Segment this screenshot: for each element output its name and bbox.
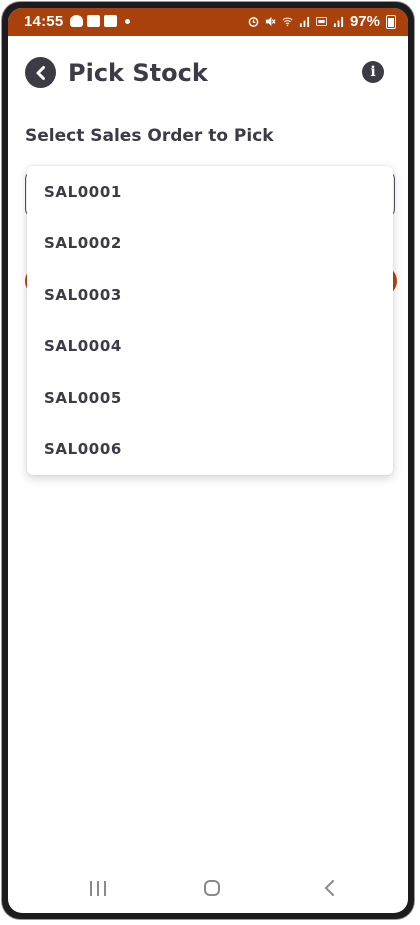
back-arrow-icon xyxy=(36,65,45,80)
page-title: Pick Stock xyxy=(68,59,208,87)
nav-back-icon[interactable] xyxy=(323,878,337,898)
notification-icons xyxy=(70,15,130,27)
battery-icon xyxy=(386,14,396,29)
recent-apps-icon[interactable] xyxy=(90,881,106,896)
sales-order-label: Select Sales Order to Pick xyxy=(25,126,274,146)
volte-icon xyxy=(315,17,327,26)
system-icons: 97% xyxy=(248,13,396,30)
sales-order-dropdown[interactable]: SAL0001 SAL0002 SAL0003 SAL0004 SAL0005 … xyxy=(27,166,393,475)
dropdown-option[interactable]: SAL0001 xyxy=(27,166,393,218)
mail-icon xyxy=(104,15,117,27)
status-time: 14:55 xyxy=(24,13,64,30)
dropdown-option[interactable]: SAL0004 xyxy=(27,321,393,373)
dropdown-option[interactable]: SAL0003 xyxy=(27,269,393,321)
mute-icon xyxy=(265,16,276,27)
dropdown-option[interactable]: SAL0006 xyxy=(27,424,393,476)
wifi-icon xyxy=(282,17,293,27)
status-bar: 14:55 97% xyxy=(8,8,408,36)
alarm-icon xyxy=(248,17,259,27)
dropdown-option[interactable]: SAL0005 xyxy=(27,372,393,424)
youtube-icon xyxy=(87,15,100,27)
dropdown-option[interactable]: SAL0002 xyxy=(27,218,393,270)
dot-icon xyxy=(125,18,130,24)
signal-icon xyxy=(299,16,310,27)
battery-percentage: 97% xyxy=(349,13,380,30)
info-icon[interactable]: i xyxy=(362,61,384,83)
phone-frame: 14:55 97% Pick Stock i Select Sales Orde… xyxy=(2,2,414,919)
navigation-bar xyxy=(8,869,408,913)
back-button[interactable] xyxy=(25,57,56,88)
signal-icon xyxy=(333,16,344,27)
shopping-bag-icon xyxy=(70,15,83,27)
home-icon[interactable] xyxy=(204,880,220,896)
screen: 14:55 97% Pick Stock i Select Sales Orde… xyxy=(8,8,408,913)
